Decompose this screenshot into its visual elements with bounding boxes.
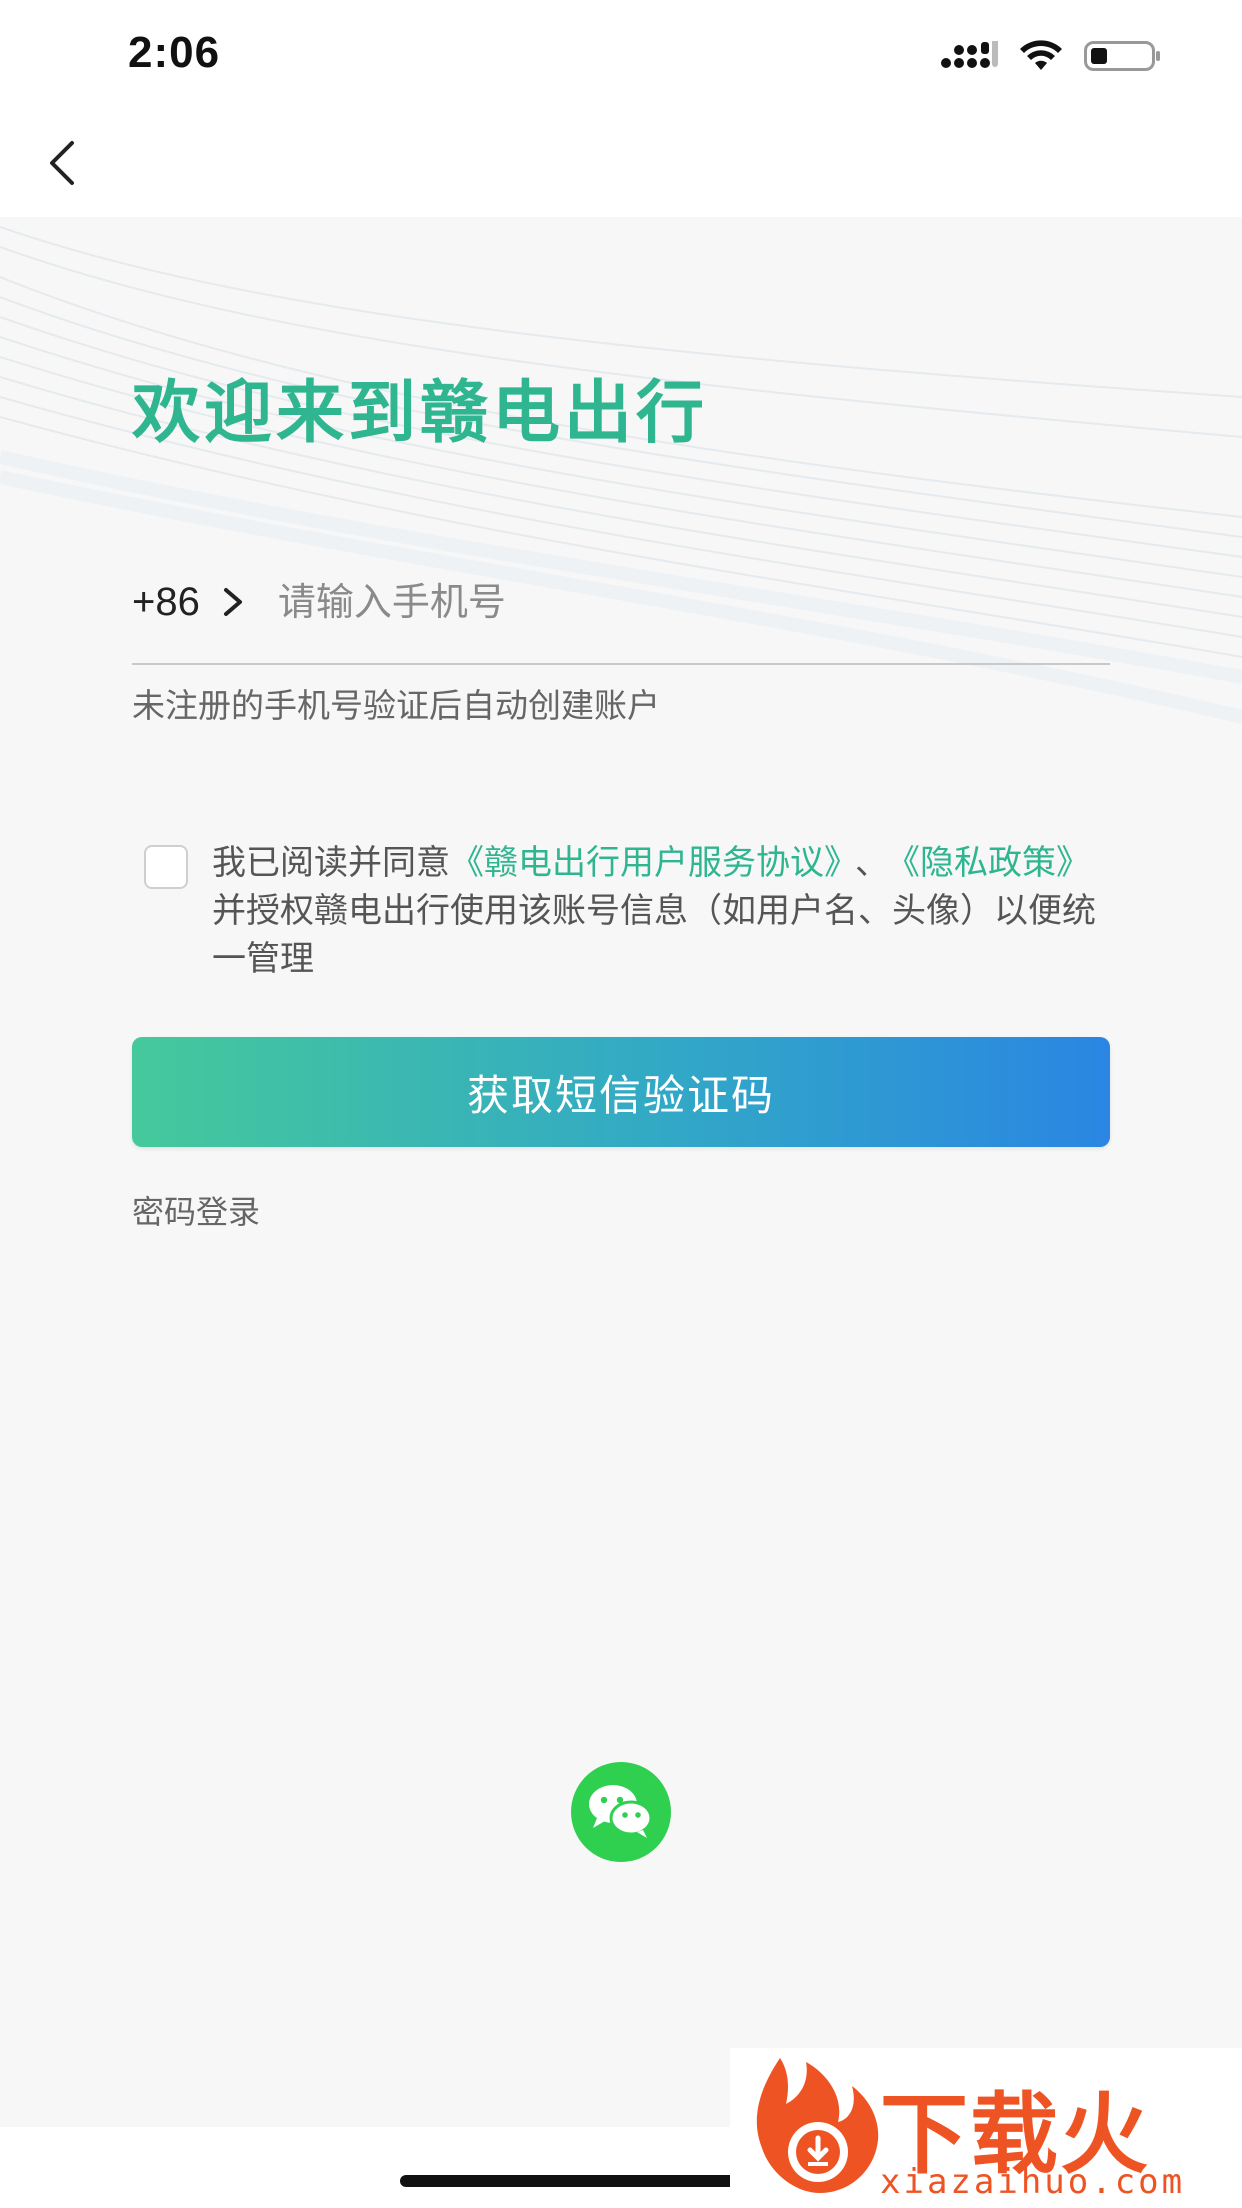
chevron-right-icon[interactable] (222, 586, 244, 618)
get-sms-code-button[interactable]: 获取短信验证码 (132, 1037, 1110, 1147)
privacy-policy-link[interactable]: 《隐私政策》 (903, 843, 1090, 883)
agreement-prefix: 我已阅读并同意 (212, 843, 450, 883)
agreement-row: 我已阅读并同意《赣电出行用户服务协议》、《隐私政策》并授权赣电出行使用该账号信息… (144, 839, 1112, 983)
user-agreement-link[interactable]: 《赣电出行用户服务协议》 (450, 843, 841, 883)
status-time: 2:06 (128, 28, 221, 77)
wechat-login-button[interactable] (571, 1762, 671, 1862)
flame-logo-icon (756, 2058, 879, 2193)
watermark-domain: xiazaihuo.com (880, 2162, 1186, 2202)
country-code[interactable]: +86 (132, 580, 200, 625)
signal-icon (940, 39, 998, 75)
phone-hint: 未注册的手机号验证后自动创建账户 (132, 686, 660, 725)
back-button[interactable] (32, 135, 92, 195)
agreement-checkbox[interactable] (144, 845, 188, 889)
agreement-text: 我已阅读并同意《赣电出行用户服务协议》、《隐私政策》并授权赣电出行使用该账号信息… (212, 839, 1112, 983)
chevron-left-icon (44, 139, 80, 191)
wechat-icon (585, 1780, 657, 1844)
password-login-link[interactable]: 密码登录 (132, 1187, 260, 1233)
watermark: 下载火 xiazaihuo.com (730, 2048, 1242, 2208)
battery-icon (1084, 39, 1162, 77)
agreement-separator: 、 (855, 843, 889, 883)
nav-bar (0, 115, 1242, 217)
phone-divider (132, 663, 1110, 665)
agreement-suffix: 并授权赣电出行使用该账号信息（如用户名、头像）以便统一管理 (212, 891, 1096, 979)
wifi-icon (1018, 39, 1064, 77)
login-content: 欢迎来到赣电出行 +86 未注册的手机号验证后自动创建账户 我已阅读并同意《赣电… (0, 217, 1242, 2127)
phone-input[interactable] (277, 572, 1110, 632)
login-screen: 2:06 欢迎来到赣电出行 +86 请输入手机号 未注册的手机号验证后自动创建账… (0, 0, 1242, 2208)
status-icons (940, 38, 1162, 78)
phone-row: +86 (132, 557, 1110, 647)
status-bar: 2:06 (0, 0, 1242, 115)
welcome-title: 欢迎来到赣电出行 (132, 374, 709, 453)
